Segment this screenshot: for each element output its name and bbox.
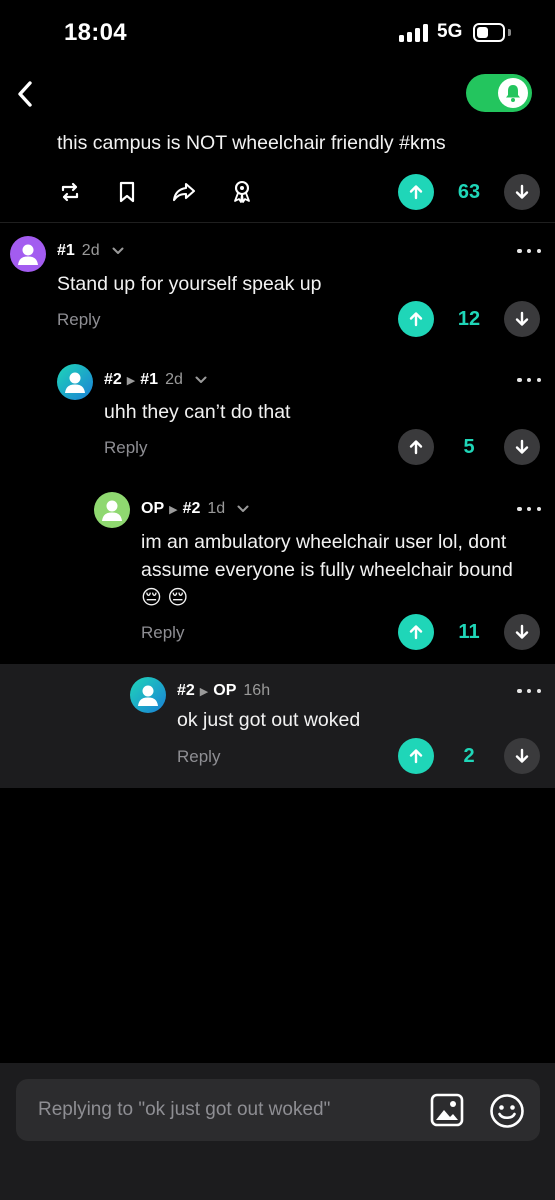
reply-arrow-icon: ▶ — [199, 685, 209, 698]
comment-time: 16h — [243, 682, 271, 699]
reply-to-handle[interactable]: #2 — [183, 500, 201, 518]
comment-2: #2 ▶ #1 2d uhh they can’t do that Reply … — [0, 350, 555, 478]
upvote-button[interactable] — [398, 301, 434, 337]
comment-emojis: 😔 😔 — [141, 587, 189, 609]
status-bar: 18:04 5G — [0, 0, 555, 66]
downvote-icon — [515, 624, 529, 639]
reply-to-handle[interactable]: OP — [213, 682, 236, 700]
comment-handle[interactable]: #1 — [57, 242, 75, 260]
downvote-button[interactable] — [504, 429, 540, 465]
chevron-down-icon[interactable] — [195, 376, 207, 384]
comment-meta: #2 ▶ OP 16h — [177, 682, 270, 700]
reply-button[interactable]: Reply — [57, 310, 100, 330]
status-time: 18:04 — [64, 19, 127, 46]
vote-count: 5 — [463, 436, 475, 458]
reply-input[interactable] — [38, 1079, 428, 1141]
reply-arrow-icon: ▶ — [169, 503, 178, 516]
chevron-down-icon[interactable] — [112, 247, 124, 255]
more-icon[interactable] — [517, 375, 541, 385]
reply-button[interactable]: Reply — [141, 623, 184, 643]
award-button[interactable] — [228, 178, 256, 206]
share-button[interactable] — [170, 178, 198, 206]
comment-1: #1 2d Stand up for yourself speak up Rep… — [0, 224, 555, 348]
upvote-icon — [409, 312, 423, 327]
signal-icon — [399, 24, 429, 42]
comment-handle[interactable]: OP — [141, 500, 164, 518]
comment-meta: #2 ▶ #1 2d — [104, 371, 207, 389]
post-text: this campus is NOT wheelchair friendly #… — [57, 132, 446, 154]
notification-toggle[interactable] — [466, 74, 532, 112]
image-button[interactable] — [430, 1093, 464, 1127]
post-vote-count: 63 — [457, 181, 481, 203]
comment-4-highlighted: #2 ▶ OP 16h ok just got out woked Reply … — [0, 664, 555, 788]
avatar[interactable] — [10, 236, 46, 272]
downvote-button[interactable] — [504, 614, 540, 650]
post-actions: 63 — [0, 172, 555, 212]
toggle-knob — [498, 78, 528, 108]
downvote-icon — [515, 311, 529, 326]
comment-text: ok just got out woked — [177, 709, 361, 731]
vote-count: 11 — [458, 621, 480, 643]
downvote-icon — [515, 748, 529, 763]
comment-time: 2d — [81, 242, 100, 259]
repost-icon — [61, 182, 79, 202]
comment-handle[interactable]: #2 — [104, 371, 122, 389]
reply-arrow-icon: ▶ — [126, 374, 136, 387]
comment-handle[interactable]: #2 — [177, 682, 195, 700]
post-downvote-button[interactable] — [504, 174, 540, 210]
comment-3: OP ▶ #2 1d im an ambulatory wheelchair u… — [0, 478, 555, 664]
more-icon[interactable] — [517, 504, 541, 514]
chevron-down-icon[interactable] — [237, 505, 249, 513]
comment-meta: OP ▶ #2 1d — [141, 500, 249, 518]
comment-text-line-2: assume everyone is fully wheelchair boun… — [141, 559, 513, 581]
emoji-icon — [490, 1094, 524, 1128]
battery-icon — [473, 23, 505, 42]
vote-count: 12 — [457, 308, 481, 330]
emoji-button[interactable] — [489, 1093, 525, 1129]
reply-to-handle[interactable]: #1 — [140, 371, 158, 389]
upvote-icon — [409, 749, 423, 764]
comment-text: Stand up for yourself speak up — [57, 273, 322, 295]
downvote-button[interactable] — [504, 301, 540, 337]
repost-button[interactable] — [56, 178, 84, 206]
award-icon — [234, 180, 250, 203]
downvote-button[interactable] — [504, 738, 540, 774]
upvote-button[interactable] — [398, 738, 434, 774]
upvote-button[interactable] — [398, 614, 434, 650]
bookmark-button[interactable] — [113, 178, 141, 206]
reply-composer — [16, 1079, 540, 1141]
reply-button[interactable]: Reply — [104, 438, 147, 458]
bell-icon — [506, 85, 520, 102]
upvote-icon — [409, 185, 423, 200]
downvote-icon — [515, 439, 529, 454]
avatar[interactable] — [130, 677, 166, 713]
share-icon — [172, 182, 196, 202]
post-divider — [0, 222, 555, 223]
back-button[interactable] — [10, 78, 40, 110]
more-icon[interactable] — [517, 686, 541, 696]
reply-button[interactable]: Reply — [177, 747, 220, 767]
comment-time: 1d — [207, 500, 226, 517]
comment-time: 2d — [165, 371, 183, 388]
downvote-icon — [515, 184, 529, 199]
upvote-icon — [409, 625, 423, 640]
avatar[interactable] — [57, 364, 93, 400]
back-icon — [18, 81, 32, 107]
comment-text-line-1: im an ambulatory wheelchair user lol, do… — [141, 531, 507, 553]
more-icon[interactable] — [517, 246, 541, 256]
network-label: 5G — [437, 21, 463, 42]
vote-count: 2 — [463, 745, 475, 767]
bookmark-icon — [119, 181, 135, 203]
battery-tip — [508, 29, 511, 36]
comment-meta: #1 2d — [57, 242, 124, 260]
upvote-button[interactable] — [398, 429, 434, 465]
image-icon — [430, 1093, 464, 1127]
comment-text: uhh they can’t do that — [104, 401, 291, 423]
post-upvote-button[interactable] — [398, 174, 434, 210]
upvote-icon — [409, 440, 423, 455]
avatar[interactable] — [94, 492, 130, 528]
